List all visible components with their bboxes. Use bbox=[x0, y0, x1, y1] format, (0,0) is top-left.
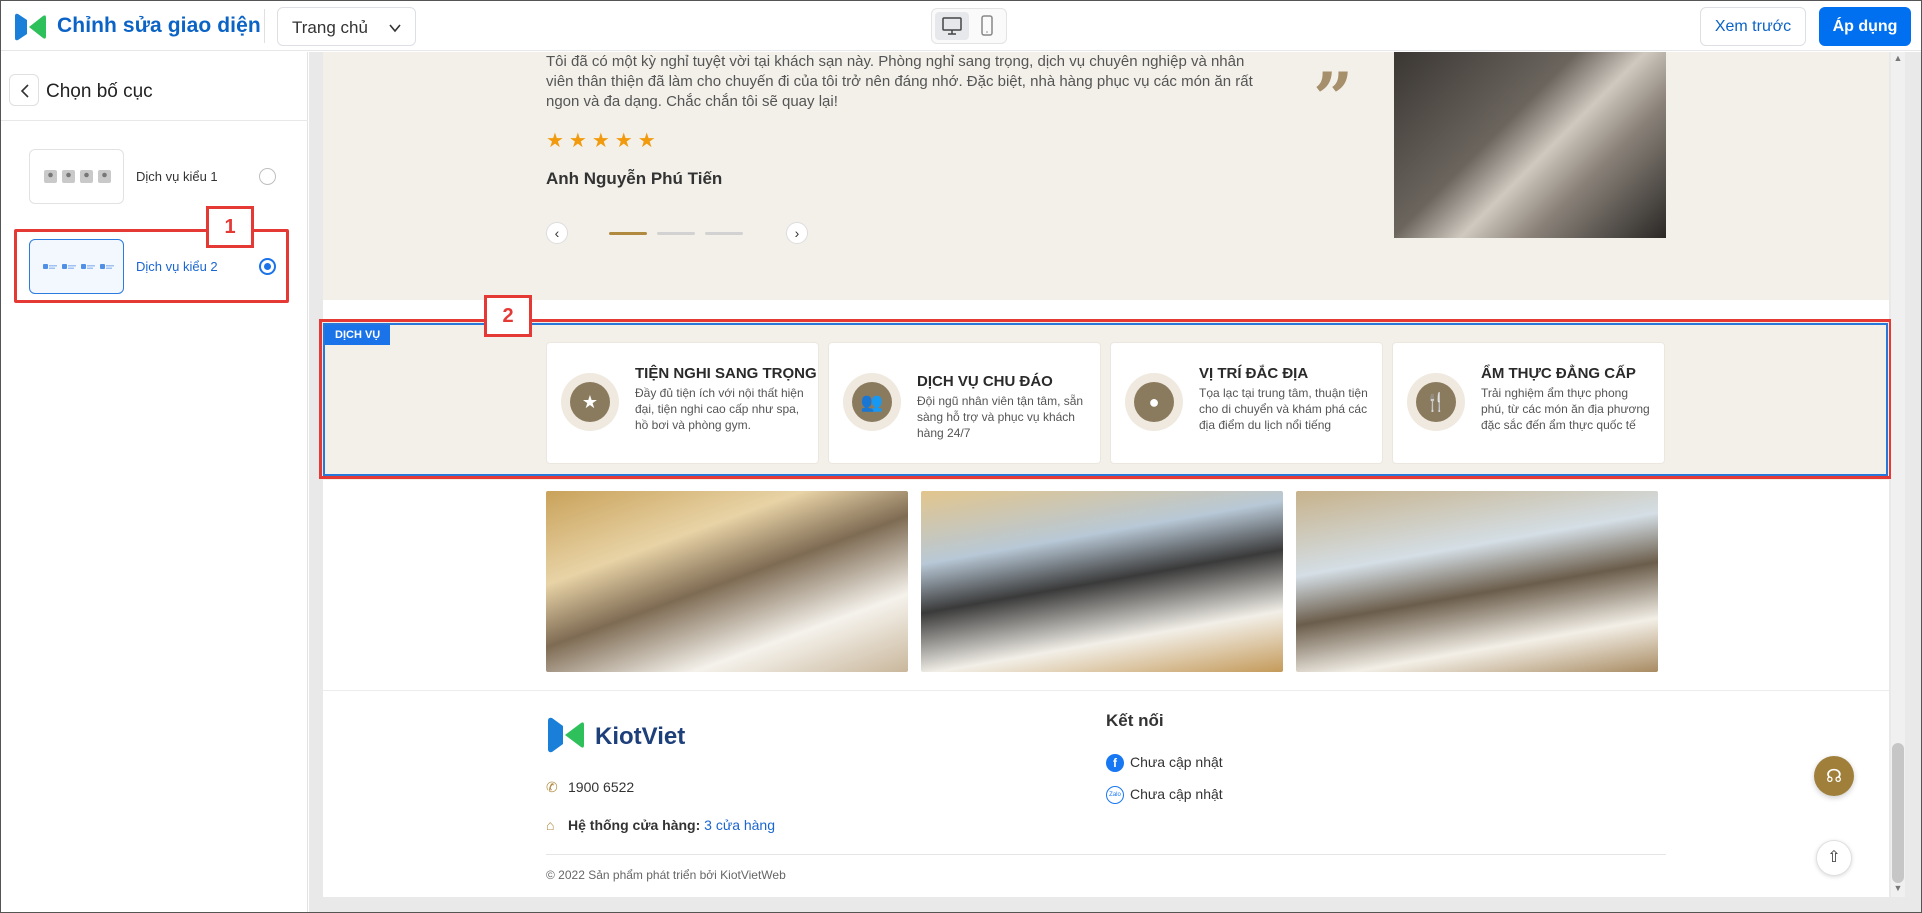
desktop-icon bbox=[942, 17, 962, 35]
chevron-right-icon: › bbox=[794, 225, 800, 241]
section-gap bbox=[323, 300, 1889, 320]
mobile-view-button[interactable] bbox=[970, 12, 1004, 40]
copyright: © 2022 Sản phẩm phát triển bởi KiotVietW… bbox=[546, 868, 786, 882]
phone-icon: ✆ bbox=[546, 779, 558, 795]
support-button[interactable]: ☊ bbox=[1814, 756, 1854, 796]
editor-window: Chỉnh sửa giao diện Trang chủ Xem trước … bbox=[0, 0, 1922, 913]
connect-title: Kết nối bbox=[1106, 711, 1164, 730]
annotation-badge-1: 1 bbox=[206, 206, 254, 248]
carousel-next-button[interactable]: › bbox=[786, 222, 808, 244]
quote-mark-icon: ” bbox=[1313, 57, 1354, 140]
app-title: Chỉnh sửa giao diện bbox=[57, 14, 261, 37]
testimonial-quote: Tôi đã có một kỳ nghỉ tuyệt vời tại khác… bbox=[546, 53, 1253, 110]
scroll-down-icon[interactable]: ▼ bbox=[1892, 883, 1904, 895]
page-select-value: Trang chủ bbox=[292, 18, 368, 37]
scroll-up-icon[interactable]: ▲ bbox=[1892, 53, 1904, 65]
arrow-up-icon: ⇧ bbox=[1827, 849, 1841, 866]
kiotviet-logo-icon bbox=[15, 13, 46, 41]
apply-button[interactable]: Áp dụng bbox=[1819, 7, 1911, 46]
store-icon: ⌂ bbox=[546, 817, 555, 833]
divider bbox=[546, 854, 1666, 855]
preview-button[interactable]: Xem trước bbox=[1700, 7, 1806, 46]
panel-title: Chọn bố cục bbox=[46, 81, 153, 102]
chevron-down-icon bbox=[389, 24, 401, 33]
carousel-dot[interactable] bbox=[657, 232, 695, 235]
footer-stores: ⌂ Hệ thống cửa hàng: 3 cửa hàng bbox=[546, 817, 775, 833]
layout-option-1[interactable]: Dịch vụ kiểu 1 bbox=[29, 149, 291, 205]
gallery-image bbox=[1296, 491, 1658, 672]
section-tag: DỊCH VỤ bbox=[325, 325, 391, 345]
top-bar: Chỉnh sửa giao diện Trang chủ Xem trước … bbox=[1, 1, 1921, 51]
stores-label: Hệ thống cửa hàng: bbox=[568, 817, 701, 833]
testimonial-photo bbox=[1394, 52, 1666, 238]
headset-icon: ☊ bbox=[1826, 766, 1842, 786]
stores-link[interactable]: 3 cửa hàng bbox=[704, 817, 775, 833]
rating-stars: ★★★★★ bbox=[546, 130, 661, 152]
scroll-to-top-button[interactable]: ⇧ bbox=[1816, 840, 1852, 876]
chevron-left-icon: ‹ bbox=[554, 225, 560, 241]
zalo-label: Chưa cập nhật bbox=[1130, 786, 1223, 802]
page-select[interactable]: Trang chủ bbox=[277, 7, 416, 46]
brand-name: KiotViet bbox=[595, 723, 686, 750]
divider bbox=[264, 9, 265, 43]
zalo-link[interactable]: Zalo Chưa cập nhật bbox=[1106, 786, 1223, 805]
carousel-dot[interactable] bbox=[705, 232, 743, 235]
facebook-link[interactable]: f Chưa cập nhật bbox=[1106, 754, 1223, 773]
carousel-dot[interactable] bbox=[609, 232, 647, 235]
chevron-left-icon bbox=[20, 84, 29, 98]
carousel-prev-button[interactable]: ‹ bbox=[546, 222, 568, 244]
divider bbox=[1, 120, 308, 121]
device-toggle bbox=[931, 8, 1007, 44]
mobile-icon bbox=[981, 15, 993, 36]
layout-option-radio[interactable] bbox=[259, 168, 276, 185]
facebook-label: Chưa cập nhật bbox=[1130, 754, 1223, 770]
phone-number: 1900 6522 bbox=[568, 779, 635, 795]
layout-option-label: Dịch vụ kiểu 1 bbox=[136, 169, 218, 184]
scrollbar-thumb[interactable] bbox=[1892, 743, 1904, 883]
back-button[interactable] bbox=[9, 74, 39, 106]
gallery-image bbox=[921, 491, 1283, 672]
gallery-image bbox=[546, 491, 908, 672]
layout-thumbnail bbox=[29, 149, 124, 204]
zalo-icon: Zalo bbox=[1106, 786, 1124, 805]
kiotviet-logo-icon bbox=[548, 717, 584, 753]
testimonial-section: Tôi đã có một kỳ nghỉ tuyệt vời tại khác… bbox=[323, 52, 1889, 300]
layout-panel: Chọn bố cục Dịch vụ kiểu 1 Dịch vụ kiểu … bbox=[1, 52, 308, 912]
facebook-icon: f bbox=[1106, 754, 1124, 773]
desktop-view-button[interactable] bbox=[935, 12, 969, 40]
annotation-highlight-2 bbox=[319, 319, 1892, 479]
layout-style-1-icon bbox=[44, 170, 111, 183]
annotation-badge-2: 2 bbox=[484, 295, 532, 337]
testimonial-author: Anh Nguyễn Phú Tiến bbox=[546, 169, 723, 188]
footer-phone: ✆ 1900 6522 bbox=[546, 779, 634, 796]
footer: KiotViet ✆ 1900 6522 ⌂ Hệ thống cửa hàng: … bbox=[323, 690, 1889, 897]
